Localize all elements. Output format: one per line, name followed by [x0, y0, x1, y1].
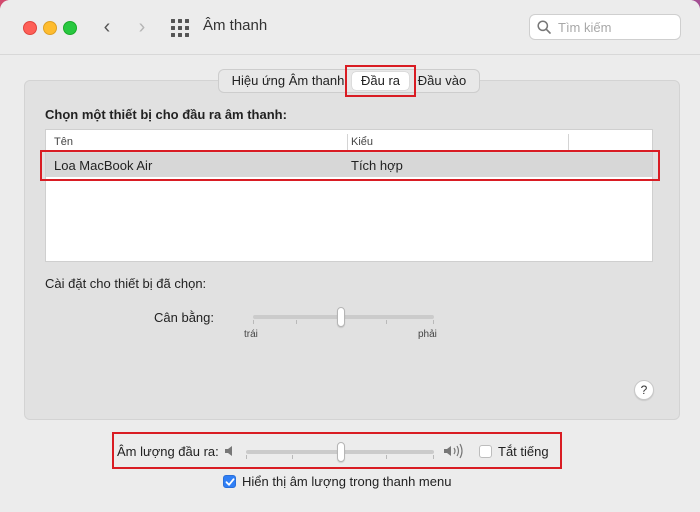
tab-sound-effects[interactable]: Hiệu ứng Âm thanh: [229, 72, 347, 90]
show-all-grid-icon[interactable]: [171, 19, 189, 37]
close-window-button[interactable]: [23, 21, 37, 35]
forward-chevron-icon[interactable]: ›: [132, 16, 152, 38]
speaker-low-icon: [225, 446, 232, 456]
column-divider: [568, 134, 569, 150]
output-section-title: Chọn một thiết bị cho đầu ra âm thanh:: [45, 107, 287, 122]
slider-tick: [246, 455, 247, 459]
slider-tick: [386, 455, 387, 459]
highlight-output-tab: [345, 65, 416, 97]
show-volume-in-menu-checkbox[interactable]: [223, 475, 236, 488]
title-bar: ‹ › Âm thanh Tìm kiếm: [0, 0, 700, 55]
mute-checkbox[interactable]: [479, 445, 492, 458]
output-volume-slider-thumb[interactable]: [337, 442, 345, 462]
show-volume-in-menu-label[interactable]: Hiển thị âm lượng trong thanh menu: [242, 474, 451, 489]
highlight-device-row: [40, 150, 660, 181]
slider-tick: [296, 320, 297, 324]
help-button[interactable]: ?: [634, 380, 654, 400]
speaker-high-icon: [444, 443, 463, 459]
slider-tick: [433, 455, 434, 459]
output-volume-label: Âm lượng đầu ra:: [117, 444, 219, 459]
mute-label[interactable]: Tắt tiếng: [498, 444, 549, 459]
slider-tick: [253, 320, 254, 324]
tab-input[interactable]: Đầu vào: [417, 72, 467, 90]
back-chevron-icon[interactable]: ‹: [97, 16, 117, 38]
zoom-window-button[interactable]: [63, 21, 77, 35]
column-header-name[interactable]: Tên: [54, 136, 73, 148]
column-header-type[interactable]: Kiểu: [351, 136, 373, 148]
balance-label: Cân bằng:: [154, 310, 214, 325]
sound-preferences-window: ‹ › Âm thanh Tìm kiếm Hiệu ứng Âm thanh …: [0, 0, 700, 512]
search-icon: [537, 20, 551, 34]
balance-slider-thumb[interactable]: [337, 307, 345, 327]
search-placeholder: Tìm kiếm: [558, 20, 612, 35]
slider-tick: [386, 320, 387, 324]
window-title: Âm thanh: [203, 17, 268, 34]
balance-left-label: trái: [244, 329, 258, 340]
balance-right-label: phải: [418, 329, 437, 340]
checkmark-icon: [225, 478, 235, 486]
column-divider: [347, 134, 348, 150]
slider-tick: [433, 320, 434, 324]
minimize-window-button[interactable]: [43, 21, 57, 35]
search-input[interactable]: Tìm kiếm: [529, 14, 681, 40]
output-device-table[interactable]: Tên Kiểu Loa MacBook Air Tích hợp: [45, 129, 653, 262]
device-settings-title: Cài đặt cho thiết bị đã chọn:: [45, 276, 207, 291]
slider-tick: [292, 455, 293, 459]
